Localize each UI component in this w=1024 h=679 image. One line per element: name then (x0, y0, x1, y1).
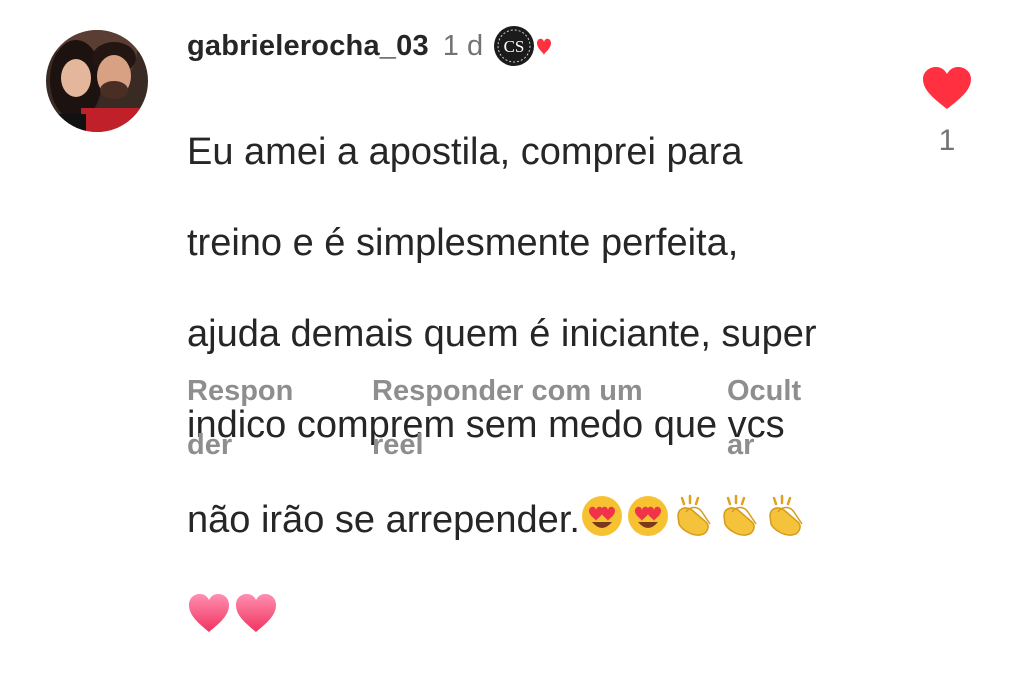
svg-text:CS: CS (504, 37, 525, 56)
hearts-row (187, 592, 887, 634)
comment-line: não irão se arrepender. (187, 498, 580, 541)
comment-line: ajuda demais quem é iniciante, super (187, 312, 817, 355)
clapping-hands-emoji-icon (769, 494, 803, 536)
comment-header: gabrielerocha_03 1 d CS (187, 22, 552, 70)
heart-icon[interactable] (922, 66, 972, 110)
profile-photo-icon (46, 30, 148, 132)
emoji-row (580, 494, 808, 538)
comment-last-line: não irão se arrepender. (187, 494, 887, 544)
like-count: 1 (938, 124, 956, 157)
clapping-hands-emoji-icon (723, 494, 757, 536)
heart-eyes-emoji-icon (627, 495, 668, 536)
pink-heart-emoji-icon (189, 593, 229, 632)
avatar[interactable] (46, 30, 148, 132)
comment-timestamp: 1 d (442, 29, 484, 62)
username-link[interactable]: gabrielerocha_03 (187, 30, 429, 63)
hide-button[interactable]: Ocult ar (727, 364, 827, 472)
clapping-hands-emoji-icon (677, 494, 711, 536)
reply-button[interactable]: Respon der (187, 364, 317, 472)
comment-line: treino e é simplesmente perfeita, (187, 221, 739, 264)
comment-line: Eu amei a apostila, comprei para (187, 130, 743, 173)
comment-actions: Respon der Responder com um reel Ocult a… (0, 364, 1024, 474)
cs-badge-icon: CS (494, 26, 552, 66)
heart-eyes-emoji-icon (581, 495, 622, 536)
pink-heart-emoji-icon (236, 593, 276, 632)
reply-with-reel-button[interactable]: Responder com um reel (372, 364, 692, 472)
